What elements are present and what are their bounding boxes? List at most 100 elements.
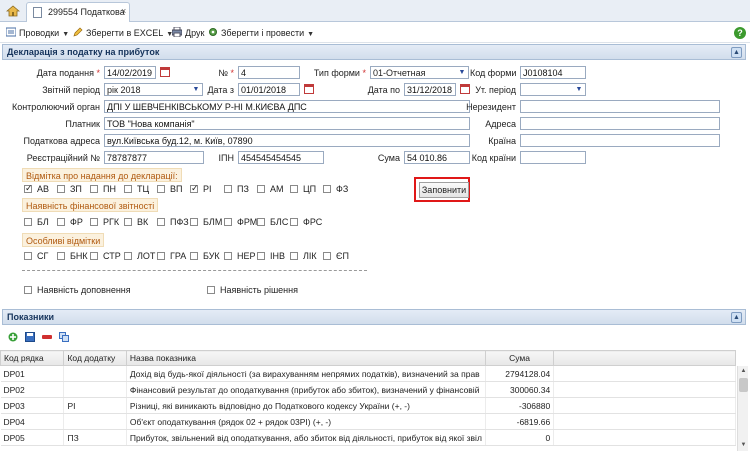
- special-checkbox[interactable]: [290, 252, 298, 260]
- period-select[interactable]: рік 2018 ▼: [104, 83, 203, 96]
- marks-checkbox-label: ЦП: [303, 184, 317, 194]
- fin-checkbox[interactable]: [224, 218, 232, 226]
- table-row[interactable]: DP02 Фінансовий результат до оподаткуванн…: [0, 381, 736, 398]
- address-field[interactable]: [520, 117, 720, 130]
- date-submitted-field[interactable]: 14/02/2019: [104, 66, 156, 79]
- marks-checkbox[interactable]: [323, 185, 331, 193]
- special-checkbox-label: НЕР: [237, 251, 256, 261]
- special-checkbox[interactable]: [57, 252, 65, 260]
- number-field[interactable]: 4: [238, 66, 300, 79]
- marks-checkbox[interactable]: [157, 185, 165, 193]
- close-tab-icon[interactable]: ×: [121, 6, 126, 16]
- column-header-sum[interactable]: Сума: [484, 350, 555, 366]
- column-header-app[interactable]: Код додатку: [63, 350, 127, 366]
- fin-checkbox[interactable]: [90, 218, 98, 226]
- date-submitted-label: Дата подання *: [36, 68, 100, 78]
- sum-field[interactable]: 54 010.86: [404, 151, 470, 164]
- entries-label: Проводки: [19, 28, 60, 38]
- special-checkbox[interactable]: [257, 252, 265, 260]
- fill-button[interactable]: Заповнити: [419, 182, 469, 198]
- calendar-icon[interactable]: [160, 67, 170, 77]
- table-row[interactable]: DP01 Дохід від будь-якої діяльності (за в…: [0, 365, 736, 382]
- fin-checkbox[interactable]: [24, 218, 32, 226]
- marks-checkbox[interactable]: [90, 185, 98, 193]
- marks-checkbox[interactable]: [57, 185, 65, 193]
- home-icon[interactable]: [6, 4, 20, 18]
- ipn-field[interactable]: 454545454545: [238, 151, 324, 164]
- scroll-down-icon[interactable]: ▼: [739, 441, 748, 450]
- table-row[interactable]: DP05 ПЗ Прибуток, звільнений від оподаткув…: [0, 429, 736, 446]
- tax-address-label: Податкова адреса: [23, 136, 100, 146]
- clar-period-select[interactable]: ▼: [520, 83, 586, 96]
- date-to-field[interactable]: 31/12/2018: [404, 83, 456, 96]
- form-type-select[interactable]: 01-Отчетная ▼: [370, 66, 469, 79]
- special-checkbox[interactable]: [24, 252, 32, 260]
- reg-no-field[interactable]: 78787877: [104, 151, 204, 164]
- cell-app: [63, 365, 127, 382]
- collapse-icon[interactable]: ▲: [731, 47, 742, 58]
- save-and-post-button[interactable]: Зберегти і провести ▼: [208, 27, 314, 39]
- sum-label: Сума: [377, 153, 400, 163]
- scroll-up-icon[interactable]: ▲: [739, 367, 748, 376]
- tab-declaration[interactable]: 299554 Податкова ×: [26, 2, 130, 22]
- scroll-thumb[interactable]: [739, 378, 748, 392]
- country-code-field[interactable]: [520, 151, 586, 164]
- delete-icon[interactable]: [42, 332, 52, 342]
- special-checkbox[interactable]: [190, 252, 198, 260]
- save-post-label: Зберегти і провести: [221, 28, 305, 38]
- ipn-label: ІПН: [218, 153, 234, 163]
- fin-checkbox-label: ФРМ: [237, 217, 258, 227]
- add-icon[interactable]: [8, 332, 18, 342]
- column-header-code[interactable]: Код рядка: [0, 350, 65, 366]
- payer-field[interactable]: ТОВ "Нова компанія": [104, 117, 470, 130]
- copy-icon[interactable]: [59, 332, 69, 342]
- tab-label: 299554 Податкова: [48, 7, 125, 17]
- special-checkbox[interactable]: [90, 252, 98, 260]
- supplement-checkbox[interactable]: [24, 286, 32, 294]
- marks-checkbox-label: ПЗ: [237, 184, 249, 194]
- column-header-name[interactable]: Назва показника: [125, 350, 486, 366]
- print-button[interactable]: Друк: [172, 27, 204, 39]
- marks-checkbox[interactable]: [290, 185, 298, 193]
- fin-checkbox-label: ВК: [137, 217, 149, 227]
- toolbar: Проводки ▼ Зберегти в EXCEL ▼ Друк Зберегт…: [0, 23, 750, 43]
- marks-checkbox[interactable]: [190, 183, 199, 194]
- fin-checkbox[interactable]: [57, 218, 65, 226]
- special-checkbox-label: БНК: [70, 251, 88, 261]
- marks-checkbox[interactable]: [124, 185, 132, 193]
- special-checkbox[interactable]: [124, 252, 132, 260]
- tax-address-field[interactable]: вул.Київська буд.12, м. Київ, 07890: [104, 134, 470, 147]
- special-checkbox[interactable]: [323, 252, 331, 260]
- decision-checkbox[interactable]: [207, 286, 215, 294]
- country-field[interactable]: [520, 134, 720, 147]
- form-code-field[interactable]: J0108104: [520, 66, 586, 79]
- declaration-panel-header: Декларація з податку на прибуток ▲: [2, 44, 746, 60]
- calendar-icon[interactable]: [304, 84, 314, 94]
- collapse-icon[interactable]: ▲: [731, 312, 742, 323]
- fin-checkbox[interactable]: [124, 218, 132, 226]
- help-icon[interactable]: ?: [734, 27, 746, 39]
- fin-checkbox[interactable]: [157, 218, 165, 226]
- fin-checkbox[interactable]: [290, 218, 298, 226]
- marks-checkbox[interactable]: [24, 183, 33, 194]
- form-code-label: Код форми: [470, 68, 517, 78]
- save-icon[interactable]: [25, 332, 35, 342]
- gear-icon: [209, 28, 217, 36]
- entries-menu-button[interactable]: Проводки ▼: [6, 27, 69, 39]
- table-row[interactable]: DP03 РІ Різниці, які виникають відповідно …: [0, 397, 736, 414]
- special-checkbox[interactable]: [224, 252, 232, 260]
- fin-checkbox[interactable]: [190, 218, 198, 226]
- marks-checkbox[interactable]: [224, 185, 232, 193]
- save-excel-button[interactable]: Зберегти в EXCEL ▼: [73, 27, 173, 39]
- table-row[interactable]: DP04 Об'єкт оподаткування (рядок 02 + ряд…: [0, 413, 736, 430]
- special-checkbox[interactable]: [157, 252, 165, 260]
- excel-label: Зберегти в EXCEL: [86, 28, 164, 38]
- nonresident-field[interactable]: [520, 100, 720, 113]
- fin-checkbox[interactable]: [257, 218, 265, 226]
- cell-empty: [553, 365, 736, 382]
- authority-field[interactable]: ДПІ У ШЕВЧЕНКІВСЬКОМУ Р-НІ М.КИЄВА ДПС: [104, 100, 470, 113]
- calendar-icon[interactable]: [460, 84, 470, 94]
- date-from-field[interactable]: 01/01/2018: [238, 83, 300, 96]
- vertical-scrollbar[interactable]: ▲ ▼: [737, 366, 748, 451]
- marks-checkbox[interactable]: [257, 185, 265, 193]
